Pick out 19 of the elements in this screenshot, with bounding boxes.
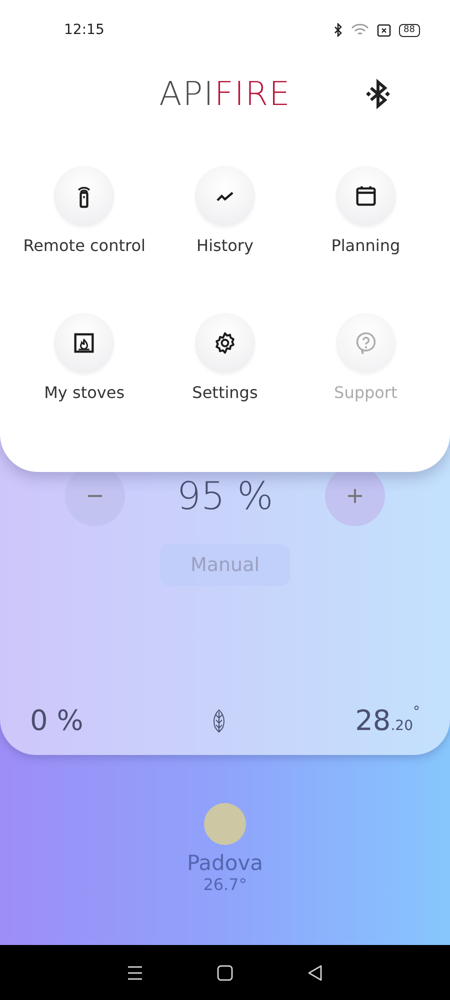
home-icon[interactable] <box>215 962 235 982</box>
city-name: Padova <box>186 851 264 875</box>
minus-icon <box>88 495 102 497</box>
menu-item[interactable]: My stoves <box>14 313 155 402</box>
menu-item[interactable]: Remote control <box>14 166 155 255</box>
outdoor-temperature: 26.7° <box>203 875 247 894</box>
power-value: 95 % <box>176 474 274 518</box>
clock: 12:15 <box>64 22 106 38</box>
fan-level: 0 % <box>30 704 84 737</box>
wifi-icon <box>350 23 369 37</box>
menu-item[interactable]: Planning <box>295 166 436 255</box>
bluetooth-icon <box>332 23 343 37</box>
battery-level: 88 <box>398 24 420 36</box>
sim-icon <box>376 24 391 36</box>
app-logo: API FIRE <box>159 74 291 112</box>
sun-icon <box>204 803 246 845</box>
leaf-icon <box>212 708 226 732</box>
menu-item[interactable]: History <box>154 166 296 255</box>
menu-item[interactable]: Settings <box>154 313 296 402</box>
